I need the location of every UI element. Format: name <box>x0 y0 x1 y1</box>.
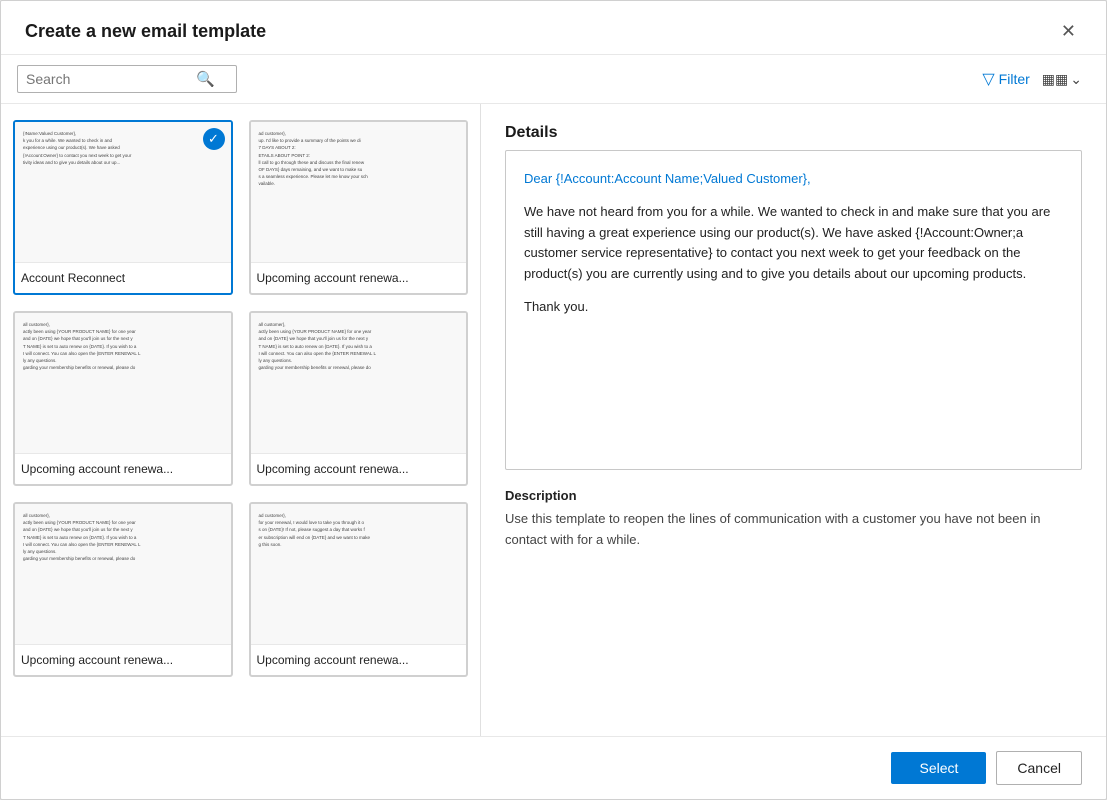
preview-line: er subscription will end on {DATE} and w… <box>259 534 459 541</box>
filter-label: Filter <box>999 71 1030 87</box>
dialog-footer: Select Cancel <box>1 736 1106 799</box>
preview-line: actly been using {YOUR PRODUCT NAME} for… <box>23 328 223 335</box>
preview-line: garding your membership benefits or rene… <box>23 555 223 562</box>
preview-line: ad customer}, <box>259 512 459 519</box>
description-label: Description <box>505 488 1082 503</box>
template-label: Upcoming account renewa... <box>251 644 467 675</box>
preview-line: OF DAYS} days remaining, and we want to … <box>259 166 459 173</box>
preview-line: ad customer}, <box>259 130 459 137</box>
dialog-body: {!Name:Valued Customer},k you for a whil… <box>1 104 1106 736</box>
template-label: Upcoming account renewa... <box>251 453 467 484</box>
preview-line: ly any questions. <box>259 357 459 364</box>
preview-line: up. I'd like to provide a summary of the… <box>259 137 459 144</box>
cancel-button[interactable]: Cancel <box>996 751 1082 785</box>
preview-line: all customer}, <box>23 512 223 519</box>
preview-line: and on {DATE} we hope that you'll join u… <box>23 526 223 533</box>
template-preview: all customer},actly been using {YOUR PRO… <box>15 504 231 644</box>
preview-line: g this soon. <box>259 541 459 548</box>
view-toggle-button[interactable]: ▦▦ ⌄ <box>1042 71 1082 88</box>
preview-line: and on {DATE} we hope that you'll join u… <box>259 335 459 342</box>
template-label: Account Reconnect <box>15 262 231 293</box>
preview-line: T NAME} is set to auto renew on {DATE}. … <box>23 343 223 350</box>
preview-line: garding your membership benefits or rene… <box>259 364 459 371</box>
template-preview: all customer},actly been using {YOUR PRO… <box>15 313 231 453</box>
preview-line: garding your membership benefits or rene… <box>23 364 223 371</box>
template-preview: {!Name:Valued Customer},k you for a whil… <box>15 122 231 262</box>
preview-line: T NAME} is set to auto renew on {DATE}. … <box>259 343 459 350</box>
email-para2: Thank you. <box>524 297 1063 318</box>
details-title: Details <box>505 124 1082 142</box>
preview-line: k you for a while. We wanted to check in… <box>23 137 223 144</box>
close-button[interactable]: ✕ <box>1055 19 1082 44</box>
template-card[interactable]: all customer},actly been using {YOUR PRO… <box>13 502 233 677</box>
preview-line: vailable. <box>259 180 459 187</box>
template-card[interactable]: ad customer},up. I'd like to provide a s… <box>249 120 469 295</box>
preview-line: ETAILS ABOUT POINT 2: <box>259 152 459 159</box>
dialog-header: Create a new email template ✕ <box>1 1 1106 55</box>
description-text: Use this template to reopen the lines of… <box>505 509 1082 551</box>
dialog-toolbar: 🔍 ▽ Filter ▦▦ ⌄ <box>1 55 1106 104</box>
preview-line: T NAME} is set to auto renew on {DATE}. … <box>23 534 223 541</box>
create-template-dialog: Create a new email template ✕ 🔍 ▽ Filter… <box>0 0 1107 800</box>
preview-line: ly any questions. <box>23 357 223 364</box>
preview-line: all customer}, <box>259 321 459 328</box>
filter-button[interactable]: ▽ Filter <box>982 69 1029 89</box>
email-para1: We have not heard from you for a while. … <box>524 202 1063 285</box>
select-button[interactable]: Select <box>891 752 986 784</box>
preview-line: actly been using {YOUR PRODUCT NAME} for… <box>23 519 223 526</box>
preview-line: s a seamless experience. Please let me k… <box>259 173 459 180</box>
search-input[interactable] <box>26 71 196 87</box>
chevron-down-icon: ⌄ <box>1070 71 1082 88</box>
selected-checkmark: ✓ <box>203 128 225 150</box>
template-list: {!Name:Valued Customer},k you for a whil… <box>1 104 481 736</box>
template-card[interactable]: all customer},actly been using {YOUR PRO… <box>13 311 233 486</box>
toolbar-right: ▽ Filter ▦▦ ⌄ <box>982 69 1082 89</box>
preview-line: I will connect. You can also open the {E… <box>23 541 223 548</box>
template-label: Upcoming account renewa... <box>15 644 231 675</box>
preview-line: ly any questions. <box>23 548 223 555</box>
preview-line: {!Name:Valued Customer}, <box>23 130 223 137</box>
dialog-title: Create a new email template <box>25 21 266 42</box>
preview-line: tivity ideas and to give you details abo… <box>23 159 223 166</box>
preview-line: {!Account:Owner} to contact you next wee… <box>23 152 223 159</box>
preview-line: 7 DAYS ABOUT 2: <box>259 144 459 151</box>
template-label: Upcoming account renewa... <box>251 262 467 293</box>
preview-line: for your renewal, I would love to take y… <box>259 519 459 526</box>
template-card[interactable]: {!Name:Valued Customer},k you for a whil… <box>13 120 233 295</box>
email-greeting: Dear {!Account:Account Name;Valued Custo… <box>524 171 811 186</box>
search-box: 🔍 <box>17 65 237 93</box>
template-preview: ad customer},up. I'd like to provide a s… <box>251 122 467 262</box>
template-preview: ad customer},for your renewal, I would l… <box>251 504 467 644</box>
preview-line: s on {DATE}! If not, please suggest a da… <box>259 526 459 533</box>
template-label: Upcoming account renewa... <box>15 453 231 484</box>
template-card[interactable]: ad customer},for your renewal, I would l… <box>249 502 469 677</box>
preview-line: I will connect. You can also open the {E… <box>23 350 223 357</box>
template-grid: {!Name:Valued Customer},k you for a whil… <box>13 120 468 677</box>
template-preview: all customer},actly been using {YOUR PRO… <box>251 313 467 453</box>
grid-view-icon: ▦▦ <box>1042 71 1068 88</box>
email-preview-box: Dear {!Account:Account Name;Valued Custo… <box>505 150 1082 470</box>
filter-icon: ▽ <box>982 69 994 89</box>
search-icon: 🔍 <box>196 70 215 88</box>
preview-line: all customer}, <box>23 321 223 328</box>
details-panel: Details Dear {!Account:Account Name;Valu… <box>481 104 1106 736</box>
preview-line: ll call to go through these and discuss … <box>259 159 459 166</box>
preview-line: experience using our product(s). We have… <box>23 144 223 151</box>
preview-line: actly been using {YOUR PRODUCT NAME} for… <box>259 328 459 335</box>
preview-line: and on {DATE} we hope that you'll join u… <box>23 335 223 342</box>
preview-line: I will connect. You can also open the {E… <box>259 350 459 357</box>
template-card[interactable]: all customer},actly been using {YOUR PRO… <box>249 311 469 486</box>
